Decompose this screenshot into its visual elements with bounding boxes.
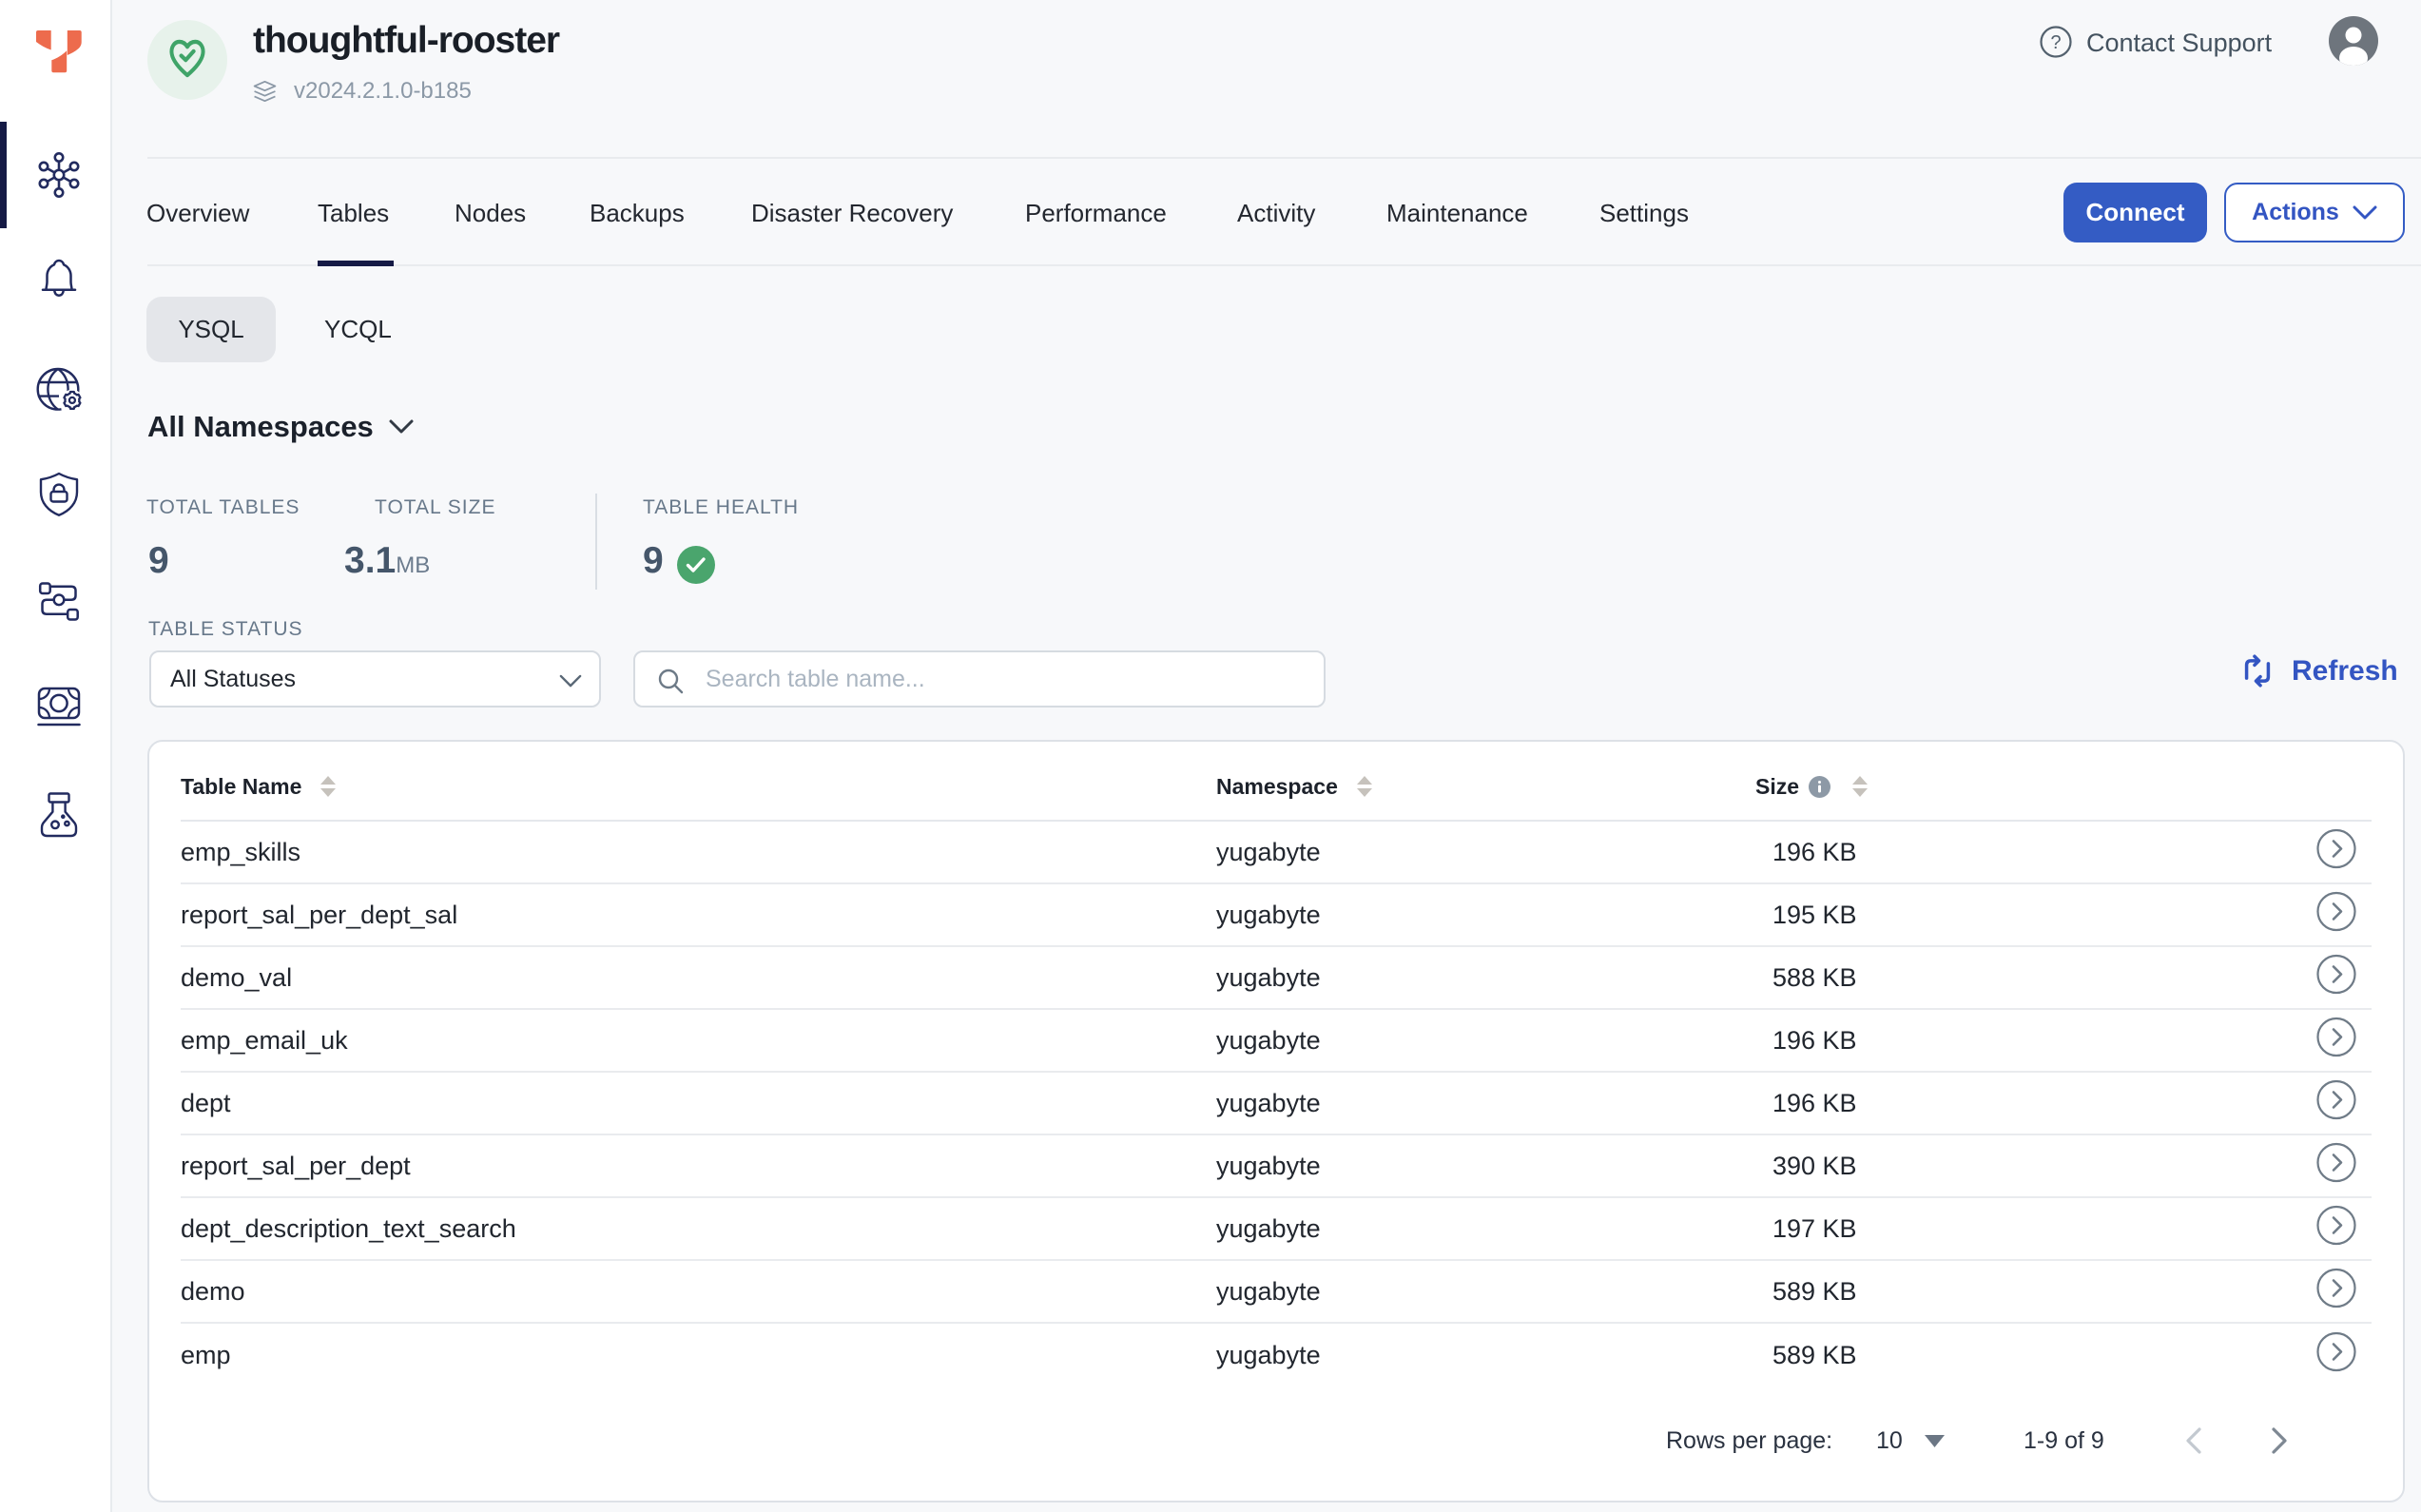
svg-text:?: ? <box>2050 32 2061 53</box>
